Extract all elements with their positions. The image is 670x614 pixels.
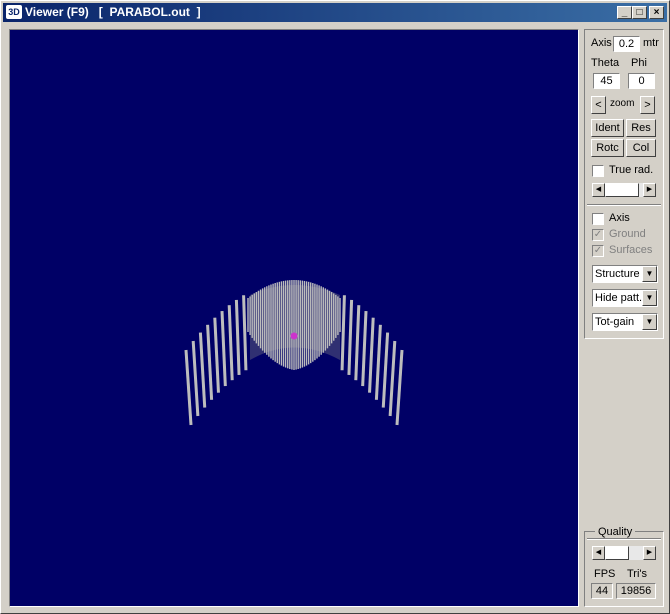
title-bar[interactable]: 3D Viewer (F9) [ PARABOL.out ] _ □ × — [3, 3, 667, 22]
divider — [587, 204, 661, 206]
true-rad-checkbox[interactable] — [592, 165, 604, 177]
structure-select-value: Structure — [595, 268, 640, 280]
slider-left-arrow-icon[interactable]: ◀ — [592, 183, 605, 197]
wire-element — [388, 340, 397, 417]
hide-pattern-select-value: Hide patt. — [595, 292, 643, 304]
wire-element — [234, 299, 241, 375]
true-rad-label: True rad. — [609, 164, 654, 176]
rotc-button[interactable]: Rotc — [591, 139, 624, 157]
zoom-out-button[interactable]: < — [591, 96, 606, 114]
viewer-window: 3D Viewer (F9) [ PARABOL.out ] _ □ × Axi… — [0, 0, 670, 614]
tris-value: 19856 — [616, 583, 656, 599]
quality-label: Quality — [595, 526, 636, 538]
chevron-right-icon: > — [644, 99, 651, 111]
wire-element — [198, 332, 207, 408]
close-icon: × — [653, 7, 660, 18]
maximize-icon: □ — [636, 7, 643, 18]
axis-label: Axis — [591, 37, 612, 49]
gain-select-value: Tot-gain — [595, 316, 635, 328]
wire-element — [361, 311, 368, 387]
wire-element — [381, 332, 390, 408]
chevron-left-icon: < — [595, 99, 602, 111]
reflector-surface — [250, 285, 340, 360]
control-panel: Axis 0.2 mtr Theta Phi 45 0 < zoom > Ide… — [584, 29, 664, 339]
3d-viewport[interactable] — [9, 29, 579, 607]
chevron-down-icon[interactable]: ▼ — [642, 290, 657, 306]
zoom-label: zoom — [610, 98, 635, 109]
wire-element — [395, 349, 404, 426]
wire-element — [368, 317, 375, 393]
close-button[interactable]: × — [649, 6, 664, 19]
minimize-icon: _ — [621, 7, 628, 18]
tris-label: Tri's — [627, 568, 648, 580]
structure-select[interactable]: Structure ▼ — [592, 265, 658, 283]
surfaces-checkbox[interactable]: ✓ — [592, 245, 604, 257]
app-3d-icon: 3D — [6, 5, 22, 19]
ident-button[interactable]: Ident — [591, 119, 624, 137]
wire-element — [206, 324, 214, 400]
axis-checkbox[interactable] — [592, 213, 604, 225]
wire-element — [220, 311, 227, 387]
axis-unit-label: mtr — [643, 37, 659, 49]
chevron-down-icon[interactable]: ▼ — [642, 314, 657, 330]
wire-element — [340, 295, 346, 371]
wire-element — [347, 299, 354, 375]
slider-left-arrow-icon[interactable]: ◀ — [592, 546, 605, 560]
wire-element — [227, 305, 234, 381]
res-button[interactable]: Res — [626, 119, 656, 137]
minimize-button[interactable]: _ — [617, 6, 632, 19]
wire-element — [191, 340, 200, 417]
axis-length-input[interactable]: 0.2 — [613, 36, 640, 52]
axis-check-label: Axis — [609, 212, 630, 224]
quality-slider[interactable]: ◀ ▶ — [592, 546, 656, 560]
col-button[interactable]: Col — [626, 139, 656, 157]
chevron-down-icon[interactable]: ▼ — [642, 266, 657, 282]
slider-right-arrow-icon[interactable]: ▶ — [643, 183, 656, 197]
theta-label: Theta — [591, 57, 620, 69]
phi-label: Phi — [631, 57, 647, 69]
zoom-in-button[interactable]: > — [640, 96, 655, 114]
feed-point-marker — [290, 332, 298, 340]
gain-select[interactable]: Tot-gain ▼ — [592, 313, 658, 331]
fps-label: FPS — [594, 568, 616, 580]
slider-thumb[interactable] — [605, 546, 629, 560]
ground-label: Ground — [609, 228, 646, 240]
quality-group-line — [587, 538, 661, 540]
check-icon: ✓ — [593, 229, 603, 240]
quality-panel: Quality ◀ ▶ FPS Tri's 44 19856 — [584, 526, 664, 607]
check-icon: ✓ — [593, 245, 603, 256]
theta-input[interactable]: 45 — [593, 73, 620, 89]
phi-input[interactable]: 0 — [628, 73, 655, 89]
antenna-model — [184, 280, 404, 426]
maximize-button[interactable]: □ — [632, 6, 647, 19]
slider-right-arrow-icon[interactable]: ▶ — [643, 546, 656, 560]
surfaces-label: Surfaces — [609, 244, 653, 256]
wire-element — [184, 349, 193, 426]
window-title: Viewer (F9) [ PARABOL.out ] — [25, 5, 201, 19]
wire-element — [374, 324, 382, 400]
true-rad-slider[interactable]: ◀ ▶ — [592, 183, 656, 197]
wire-element — [354, 305, 361, 381]
wire-element — [242, 295, 248, 371]
slider-thumb[interactable] — [605, 183, 639, 197]
hide-pattern-select[interactable]: Hide patt. ▼ — [592, 289, 658, 307]
wire-element — [213, 317, 220, 393]
ground-checkbox[interactable]: ✓ — [592, 229, 604, 241]
fps-value: 44 — [591, 583, 613, 599]
